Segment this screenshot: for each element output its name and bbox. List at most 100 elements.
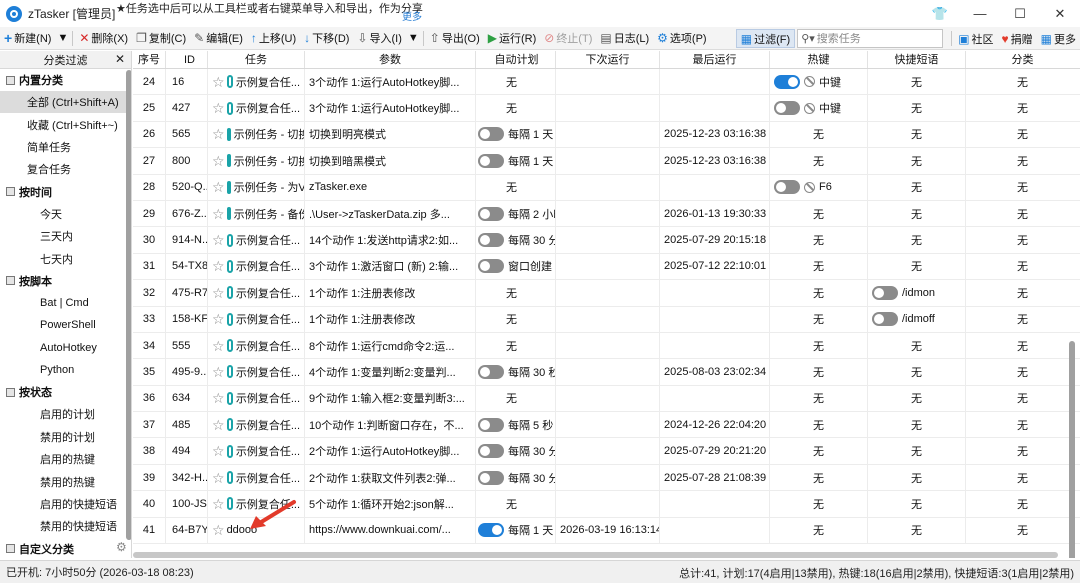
phrase-toggle[interactable]: [872, 285, 898, 300]
sidebar-item[interactable]: Bat | Cmd: [0, 292, 131, 314]
collapse-icon[interactable]: [6, 75, 15, 85]
schedule-toggle[interactable]: [478, 127, 504, 142]
favorite-star-icon[interactable]: ☆: [212, 154, 225, 168]
favorite-star-icon[interactable]: ☆: [212, 259, 225, 273]
collapse-icon[interactable]: [6, 276, 15, 286]
hotkey-toggle[interactable]: [774, 180, 800, 195]
collapse-icon[interactable]: [6, 187, 15, 197]
hotkey-toggle[interactable]: [774, 74, 800, 89]
column-header[interactable]: 下次运行: [556, 51, 660, 68]
title-more-link[interactable]: 更多: [402, 8, 422, 23]
sidebar-item[interactable]: 三天内: [0, 225, 131, 247]
export-button[interactable]: ⇧ 导出(O): [426, 28, 484, 49]
column-header[interactable]: ID: [166, 51, 208, 68]
sidebar-item[interactable]: 禁用的快捷短语: [0, 515, 131, 537]
column-header[interactable]: 序号: [133, 51, 166, 68]
favorite-star-icon[interactable]: ☆: [212, 471, 225, 485]
new-dropdown-button[interactable]: ▼: [55, 28, 70, 49]
sidebar-item[interactable]: 简单任务: [0, 136, 131, 158]
schedule-toggle[interactable]: [478, 470, 504, 485]
sidebar-group-header[interactable]: 按状态: [0, 381, 131, 403]
scrollbar-thumb[interactable]: [133, 552, 1058, 558]
import-dropdown-button[interactable]: ▼: [406, 28, 421, 49]
collapse-icon[interactable]: [6, 387, 15, 397]
favorite-star-icon[interactable]: ☆: [212, 418, 225, 432]
table-row[interactable]: 25 427 ☆ 示例复合任... 3个动作 1:运行AutoHotkey脚... 无 中键…: [133, 95, 1080, 122]
sidebar-item[interactable]: 禁用的计划: [0, 426, 131, 448]
skin-icon[interactable]: 👕: [920, 0, 960, 27]
sidebar-item[interactable]: AutoHotkey: [0, 337, 131, 359]
favorite-star-icon[interactable]: ☆: [212, 101, 225, 115]
schedule-toggle[interactable]: [478, 417, 504, 432]
schedule-toggle[interactable]: [478, 364, 504, 379]
table-row[interactable]: 32 475-R7... ☆ 示例复合任... 1个动作 1:注册表修改 无 无/idmon…: [133, 280, 1080, 307]
column-header[interactable]: 分类: [966, 51, 1079, 68]
sidebar-item[interactable]: 七天内: [0, 247, 131, 269]
table-row[interactable]: 37 485 ☆ 示例复合任... 10个动作 1:判断窗口存在，不... 每隔 5 秒 2…: [133, 412, 1080, 439]
schedule-toggle[interactable]: [478, 259, 504, 274]
column-header[interactable]: 热键: [770, 51, 868, 68]
sidebar-item[interactable]: 启用的计划: [0, 403, 131, 425]
favorite-star-icon[interactable]: ☆: [212, 339, 225, 353]
phrase-toggle[interactable]: [872, 312, 898, 327]
sidebar-group-header[interactable]: 内置分类: [0, 69, 131, 91]
favorite-star-icon[interactable]: ☆: [212, 312, 225, 326]
options-button[interactable]: ⚙ 选项(P): [653, 28, 710, 49]
sidebar-group-header[interactable]: 按时间: [0, 181, 131, 203]
column-header[interactable]: 参数: [305, 51, 476, 68]
column-header[interactable]: 快捷短语: [868, 51, 966, 68]
column-header[interactable]: 自动计划: [476, 51, 556, 68]
close-button[interactable]: ✕: [1040, 0, 1080, 27]
sidebar-item[interactable]: 今天: [0, 203, 131, 225]
table-row[interactable]: 38 494 ☆ 示例复合任... 2个动作 1:运行AutoHotkey脚... 每隔 …: [133, 438, 1080, 465]
favorite-star-icon[interactable]: ☆: [212, 365, 225, 379]
sidebar-item[interactable]: 禁用的热键: [0, 470, 131, 492]
log-button[interactable]: ▤ 日志(L): [596, 28, 653, 49]
community-button[interactable]: ▣ 社区: [954, 28, 997, 49]
edit-button[interactable]: ✎ 编辑(E): [190, 28, 247, 49]
more-button[interactable]: ▦ 更多: [1037, 28, 1080, 49]
favorite-star-icon[interactable]: ☆: [212, 75, 225, 89]
maximize-button[interactable]: ☐: [1000, 0, 1040, 27]
table-row[interactable]: 31 54-TX8... ☆ 示例复合任... 3个动作 1:激活窗口 (新) 2:输.…: [133, 253, 1080, 281]
table-row[interactable]: 30 914-N... ☆ 示例复合任... 14个动作 1:发送http请求2:如..…: [133, 227, 1080, 254]
sidebar-item[interactable]: 收藏 (Ctrl+Shift+~): [0, 113, 131, 135]
sidebar-group-header[interactable]: 按脚本: [0, 270, 131, 292]
column-header[interactable]: 任务: [208, 51, 305, 68]
favorite-star-icon[interactable]: ☆: [212, 207, 225, 221]
table-vertical-scrollbar[interactable]: [1069, 341, 1075, 558]
table-row[interactable]: 34 555 ☆ 示例复合任... 8个动作 1:运行cmd命令2:运... 无 无 无 无: [133, 332, 1080, 360]
schedule-toggle[interactable]: [478, 233, 504, 248]
table-row[interactable]: 27 800 ☆ 示例任务 - 切换... 切换到暗黑模式 每隔 1 天 2025-12-2…: [133, 148, 1080, 175]
table-row[interactable]: 28 520-Q... ☆ 示例任务 - 为V... zTasker.exe 无 F6 无 无: [133, 174, 1080, 201]
favorite-star-icon[interactable]: ☆: [212, 444, 225, 458]
sidebar-item[interactable]: PowerShell: [0, 314, 131, 336]
table-row[interactable]: 24 16 ☆ 示例复合任... 3个动作 1:运行AutoHotkey脚... 无 中键 无…: [133, 69, 1080, 96]
schedule-toggle[interactable]: [478, 523, 504, 538]
table-horizontal-scrollbar[interactable]: [0, 552, 1080, 558]
move-down-button[interactable]: ↓ 下移(D): [300, 28, 353, 49]
filter-button[interactable]: ▦ 过滤(F): [735, 29, 796, 48]
table-row[interactable]: 39 342-H... ☆ 示例复合任... 2个动作 1:获取文件列表2:弹... 每隔…: [133, 464, 1080, 492]
sidebar-item[interactable]: 复合任务: [0, 158, 131, 180]
table-row[interactable]: 36 634 ☆ 示例复合任... 9个动作 1:输入框2:变量判断3:... 无 无 无 无: [133, 385, 1080, 413]
copy-button[interactable]: ❐ 复制(C): [132, 28, 190, 49]
donate-button[interactable]: ♥ 捐赠: [998, 28, 1037, 49]
schedule-toggle[interactable]: [478, 206, 504, 221]
favorite-star-icon[interactable]: ☆: [212, 523, 225, 537]
sidebar-item[interactable]: Python: [0, 359, 131, 381]
favorite-star-icon[interactable]: ☆: [212, 497, 225, 511]
table-row[interactable]: 26 565 ☆ 示例任务 - 切换... 切换到明亮模式 每隔 1 天 2025-12-2…: [133, 121, 1080, 149]
favorite-star-icon[interactable]: ☆: [212, 391, 225, 405]
hotkey-toggle[interactable]: [774, 101, 800, 116]
stop-button[interactable]: ⊘ 终止(T): [540, 28, 596, 49]
schedule-toggle[interactable]: [478, 444, 504, 459]
sidebar-scrollbar[interactable]: [126, 70, 131, 540]
favorite-star-icon[interactable]: ☆: [212, 127, 225, 141]
schedule-toggle[interactable]: [478, 153, 504, 168]
search-input[interactable]: [816, 32, 927, 45]
sidebar-item[interactable]: 启用的快捷短语: [0, 493, 131, 515]
table-row[interactable]: 35 495-9... ☆ 示例复合任... 4个动作 1:变量判断2:变量判... 每隔…: [133, 359, 1080, 386]
run-button[interactable]: ▶ 运行(R): [484, 28, 541, 49]
favorite-star-icon[interactable]: ☆: [212, 233, 225, 247]
